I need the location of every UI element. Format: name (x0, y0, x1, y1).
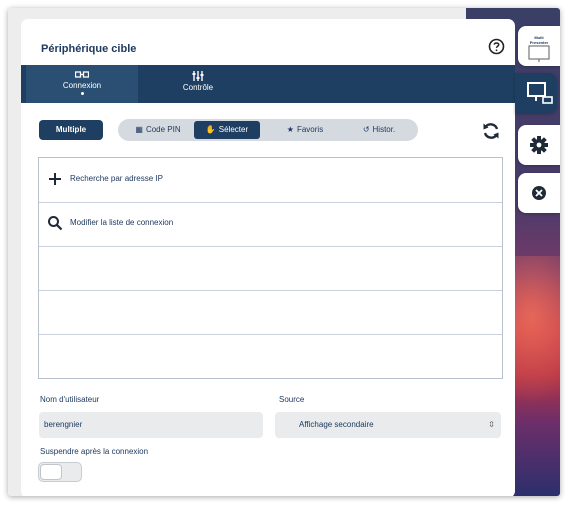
grid-icon: ▦ (135, 125, 143, 134)
source-select-value: Affichage secondaire (299, 420, 374, 429)
tab-connexion[interactable]: Connexion (26, 65, 138, 103)
star-icon: ★ (286, 125, 294, 134)
list-item-empty (39, 246, 502, 291)
username-label: Nom d'utilisateur (40, 395, 100, 404)
target-device-panel: Périphérique cible Connexion Contrôle Mu… (21, 19, 515, 496)
sliders-icon (192, 71, 204, 81)
tab-bar: Connexion Contrôle (21, 65, 515, 103)
search-icon (48, 216, 63, 231)
gear-icon (530, 136, 548, 154)
display-connect-button[interactable] (515, 73, 557, 113)
list-item-ip-search[interactable]: Recherche par adresse IP (39, 158, 502, 203)
segment-historique[interactable]: ↺ Histor. (346, 121, 412, 139)
plus-icon (49, 173, 61, 185)
source-label: Source (279, 395, 305, 404)
app-window-frame: Périphérique cible Connexion Contrôle Mu… (8, 8, 560, 496)
source-select[interactable]: Affichage secondaire ⇳ (275, 412, 501, 438)
panel-title: Périphérique cible (41, 43, 137, 55)
segment-selecter[interactable]: ✋ Sélecter (194, 121, 260, 139)
segment-favoris[interactable]: ★ Favoris (268, 121, 342, 139)
tab-controle[interactable]: Contrôle (138, 65, 258, 103)
multi-presenter-button[interactable]: Multi Presenter (518, 26, 560, 66)
settings-button[interactable] (518, 125, 560, 165)
connection-mode-segmented-control: ▦ Code PIN ✋ Sélecter ★ Favoris ↺ Histor. (118, 119, 418, 141)
active-tab-indicator (80, 92, 84, 95)
hand-icon: ✋ (205, 125, 216, 134)
close-icon (532, 186, 546, 200)
refresh-icon[interactable] (481, 121, 501, 141)
tab-controle-label: Contrôle (182, 83, 214, 92)
segment-code-pin[interactable]: ▦ Code PIN (124, 121, 192, 139)
connection-list: Recherche par adresse IP Modifier la lis… (38, 157, 503, 379)
chevron-up-down-icon: ⇳ (488, 420, 495, 429)
question-circle-icon[interactable] (488, 38, 505, 55)
multi-presenter-icon (528, 45, 550, 62)
close-button[interactable] (518, 173, 560, 213)
toggle-knob (40, 464, 62, 480)
username-field[interactable]: berengnier (39, 412, 263, 438)
list-item-edit-connections[interactable]: Modifier la liste de connexion (39, 202, 502, 247)
list-item-label: Recherche par adresse IP (70, 174, 163, 183)
list-item-label: Modifier la liste de connexion (70, 218, 174, 227)
list-item-empty (39, 290, 502, 335)
suspend-label: Suspendre après la connexion (40, 447, 149, 456)
multiple-button[interactable]: Multiple (39, 120, 103, 140)
connexion-icon (75, 71, 89, 78)
display-connect-icon (527, 82, 553, 104)
history-icon: ↺ (362, 125, 370, 134)
list-item-empty (39, 334, 502, 378)
suspend-toggle[interactable] (38, 462, 82, 482)
tab-connexion-label: Connexion (62, 81, 102, 90)
